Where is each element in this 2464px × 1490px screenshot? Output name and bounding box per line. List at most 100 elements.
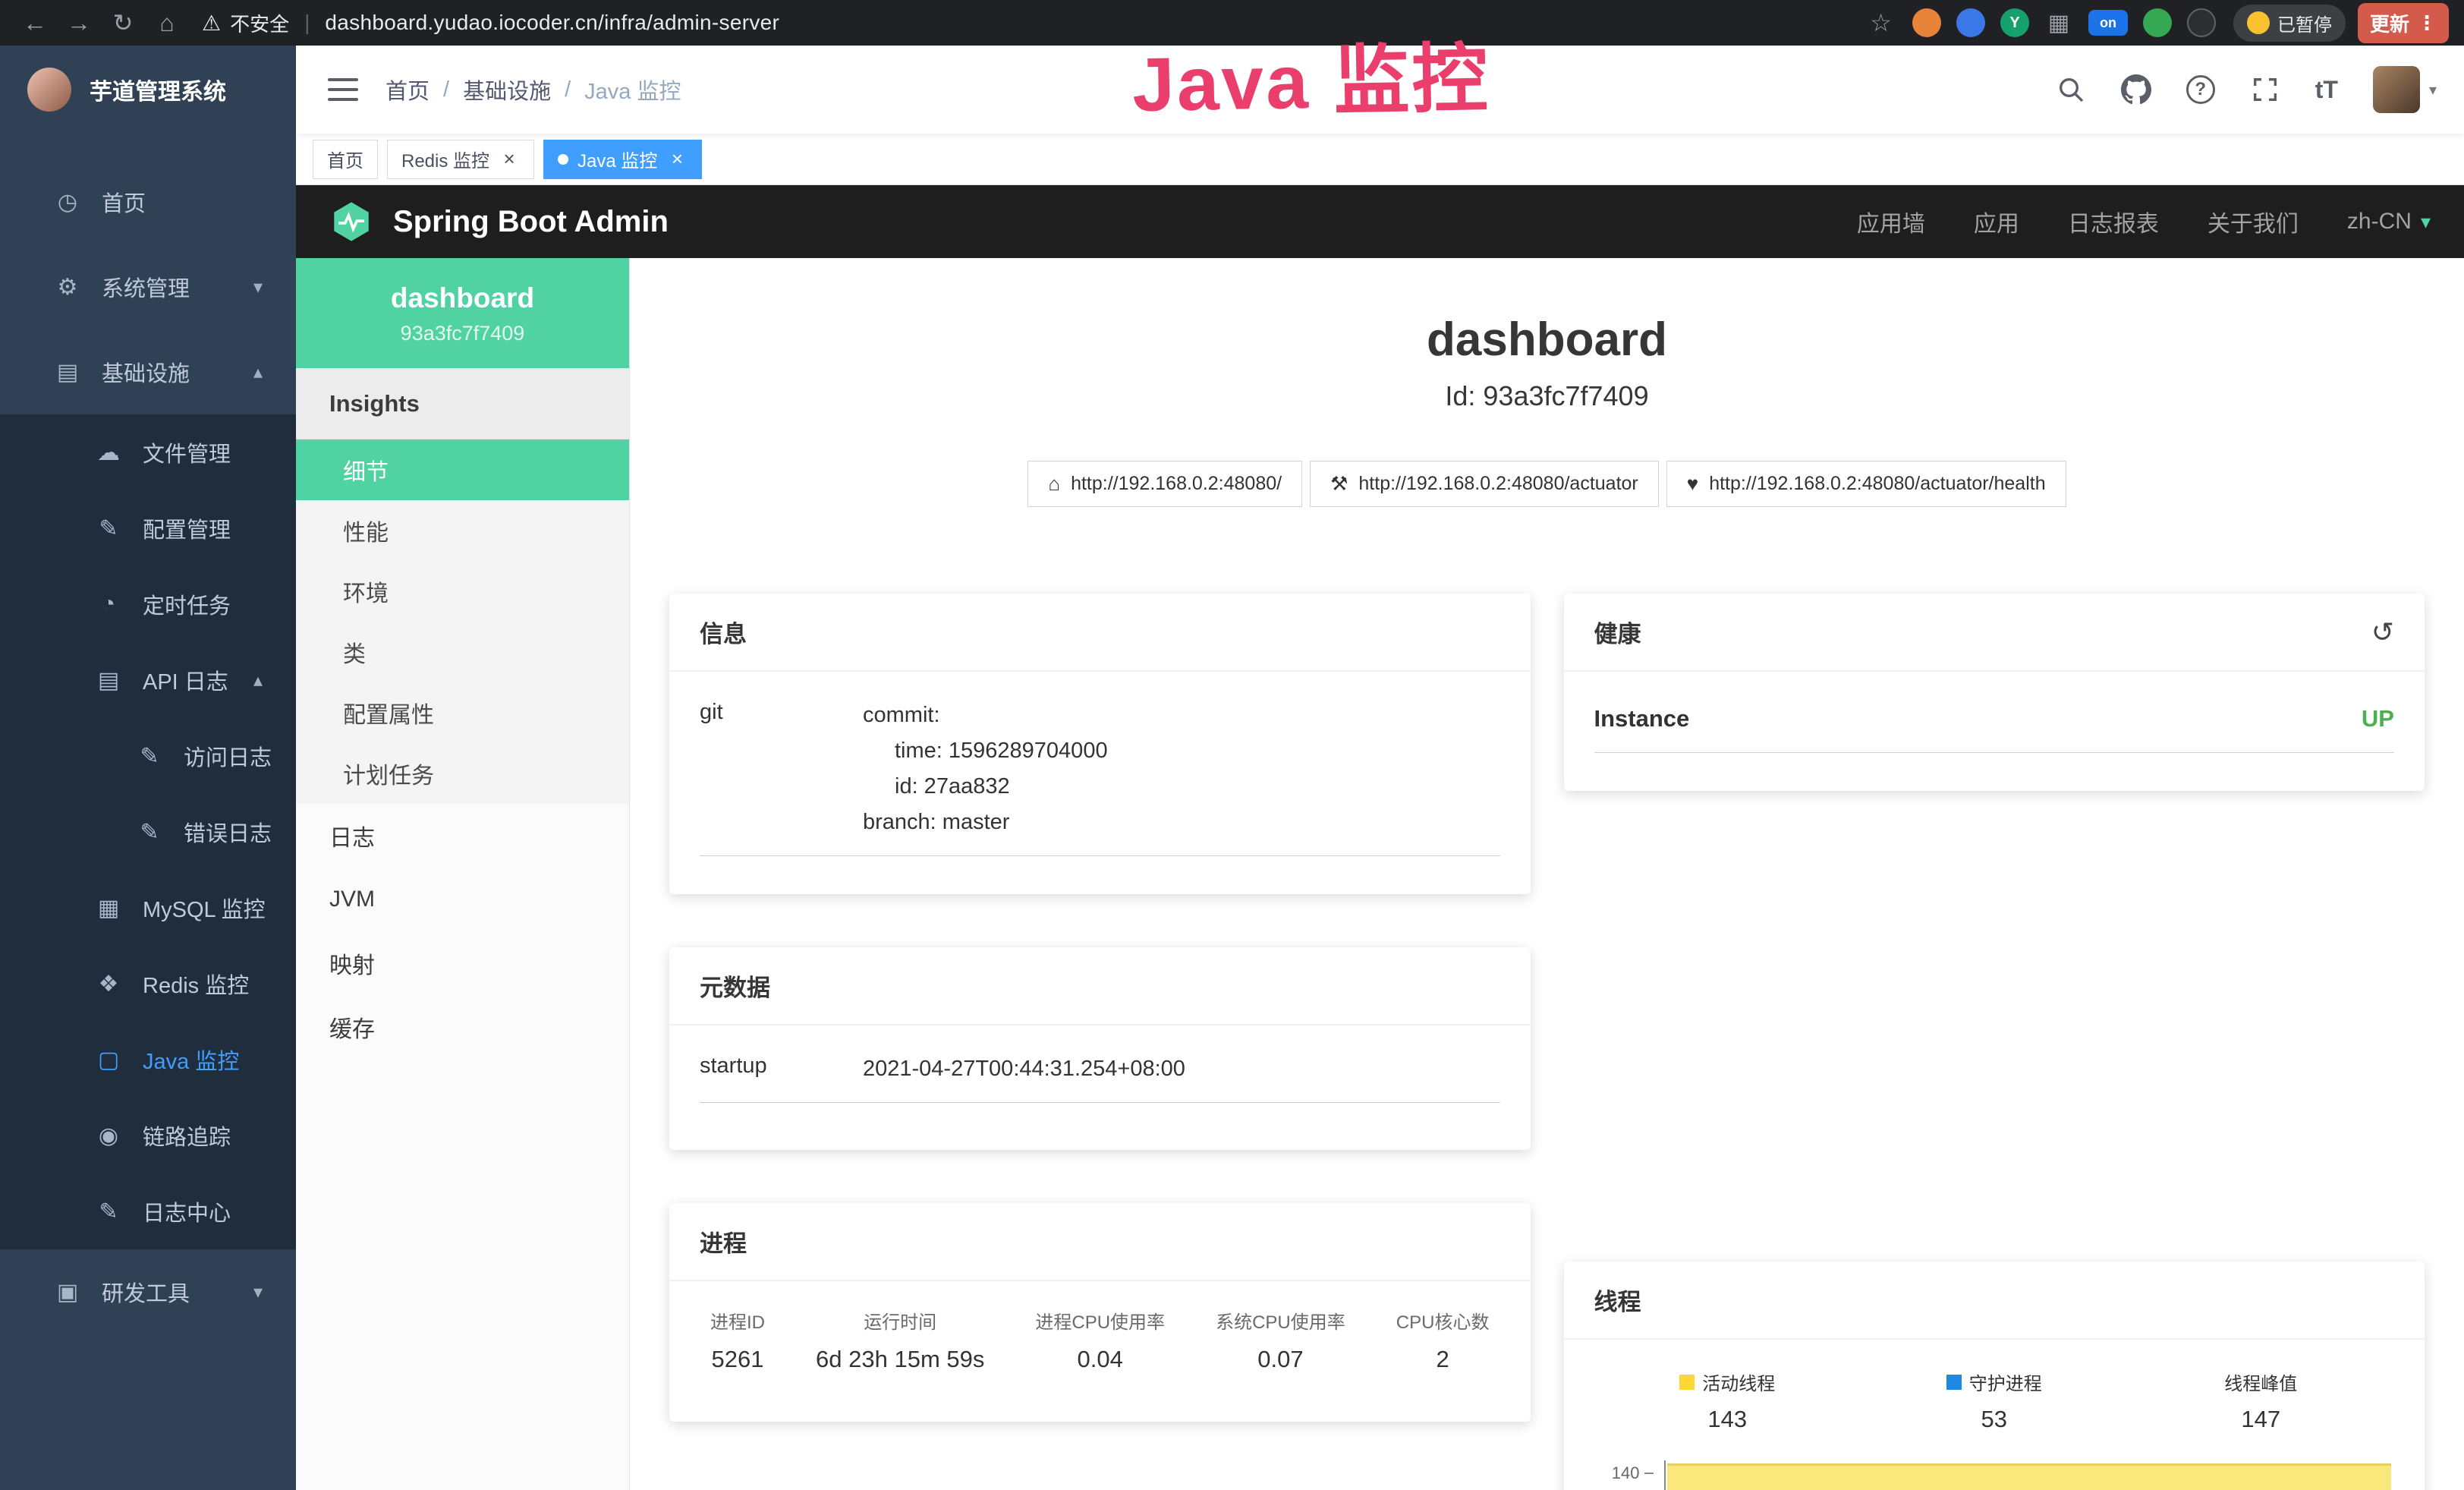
instance-header[interactable]: dashboard 93a3fc7f7409 — [296, 258, 629, 368]
threads-card-title: 线程 — [1594, 1283, 1641, 1317]
instance-id: 93a3fc7f7409 — [304, 322, 622, 345]
breadcrumb-current: Java 监控 — [584, 74, 681, 106]
sidebar-item-scheduled-jobs[interactable]: ◔ 定时任务 — [0, 566, 296, 642]
browser-refresh-icon[interactable]: ↻ — [103, 8, 143, 37]
browser-forward-icon[interactable]: → — [59, 9, 99, 37]
health-instance-label: Instance — [1594, 705, 1690, 732]
font-size-icon[interactable]: tT — [2315, 76, 2338, 104]
insight-performance[interactable]: 性能 — [296, 500, 629, 561]
kebab-menu-icon[interactable]: ⋮ — [2417, 11, 2437, 35]
tab-redis-monitor[interactable]: Redis 监控 × — [387, 140, 534, 179]
sidebar-item-dev-tools[interactable]: ▣ 研发工具 ▾ — [0, 1249, 296, 1334]
menu-fold-icon[interactable] — [323, 74, 363, 106]
sidebar-item-tracing[interactable]: ◉ 链路追踪 — [0, 1098, 296, 1173]
metadata-card-title: 元数据 — [700, 969, 770, 1003]
actuator-url-link[interactable]: ⚒ http://192.168.0.2:48080/actuator — [1310, 461, 1659, 507]
extension-grid-icon[interactable]: ▦ — [2044, 8, 2073, 37]
toolbox-icon: ▣ — [52, 1279, 83, 1306]
address-bar[interactable]: ⚠ 不安全 | dashboard.yudao.iocoder.cn/infra… — [202, 9, 779, 37]
sidebar-item-api-logs[interactable]: ▤ API 日志 ▴ — [0, 642, 296, 718]
sba-nav-wallboard[interactable]: 应用墙 — [1857, 205, 1925, 238]
sidebar-item-mysql-monitor[interactable]: ▦ MySQL 监控 — [0, 870, 296, 946]
bookmark-star-icon[interactable]: ☆ — [1870, 8, 1892, 37]
extension-switch-icon[interactable]: on — [2088, 10, 2128, 36]
daemon-threads-value: 53 — [1861, 1406, 2128, 1433]
browser-back-icon[interactable]: ← — [15, 9, 55, 37]
health-instance-row[interactable]: Instance UP — [1594, 705, 2395, 753]
peak-threads-value: 147 — [2128, 1406, 2395, 1433]
security-warning-label: 不安全 — [230, 9, 289, 37]
extension-pin-icon[interactable] — [2187, 8, 2216, 37]
help-icon[interactable]: ? — [2186, 75, 2215, 104]
sidebar-item-infrastructure[interactable]: ▤ 基础设施 ▴ — [0, 329, 296, 414]
sidebar-item-logs[interactable]: 日志 — [296, 804, 629, 868]
locale-selector[interactable]: zh-CN ▾ — [2347, 209, 2431, 235]
fullscreen-icon[interactable] — [2250, 74, 2280, 105]
paused-badge[interactable]: 已暂停 — [2233, 5, 2346, 42]
active-threads-value: 143 — [1594, 1406, 1861, 1433]
gauge-icon: ◷ — [52, 189, 83, 216]
app-logo[interactable]: 芋道管理系统 — [0, 46, 296, 134]
extension-fox-icon[interactable] — [1912, 8, 1941, 37]
sidebar-item-config-management[interactable]: ✎ 配置管理 — [0, 490, 296, 566]
caret-down-icon: ▾ — [2421, 210, 2431, 234]
sidebar-item-mappings[interactable]: 映射 — [296, 931, 629, 995]
process-id-value: 5261 — [710, 1346, 765, 1373]
search-icon[interactable] — [2056, 74, 2086, 105]
sidebar-item-home[interactable]: ◷ 首页 — [0, 159, 296, 244]
sba-nav-about[interactable]: 关于我们 — [2208, 205, 2299, 238]
tab-java-monitor[interactable]: Java 监控 × — [543, 140, 702, 179]
chevron-down-icon: ▾ — [253, 276, 263, 298]
insight-config-props[interactable]: 配置属性 — [296, 682, 629, 743]
spring-boot-admin-logo — [329, 200, 373, 244]
extension-drop-icon[interactable] — [1956, 8, 1985, 37]
health-url-link[interactable]: ♥ http://192.168.0.2:48080/actuator/heal… — [1666, 461, 2066, 507]
sidebar-item-log-center[interactable]: ✎ 日志中心 — [0, 1173, 296, 1249]
address-divider: | — [304, 11, 310, 35]
gear-icon: ⚙ — [52, 274, 83, 301]
layers-icon: ❖ — [93, 971, 124, 997]
sidebar-item-jvm[interactable]: JVM — [296, 868, 629, 931]
breadcrumb: 首页 / 基础设施 / Java 监控 — [385, 74, 681, 106]
eye-icon: ◉ — [93, 1123, 124, 1149]
insight-details[interactable]: 细节 — [296, 439, 629, 500]
close-icon[interactable]: × — [499, 149, 520, 170]
sidebar-item-system-management[interactable]: ⚙ 系统管理 ▾ — [0, 244, 296, 329]
insight-environment[interactable]: 环境 — [296, 561, 629, 622]
chevron-up-icon: ▴ — [253, 669, 263, 691]
insight-classes[interactable]: 类 — [296, 622, 629, 682]
extension-leaf-icon[interactable] — [2143, 8, 2172, 37]
instance-name: dashboard — [304, 282, 622, 314]
browser-home-icon[interactable]: ⌂ — [147, 9, 187, 37]
insight-scheduled-tasks[interactable]: 计划任务 — [296, 743, 629, 804]
user-menu[interactable]: ▾ — [2373, 66, 2437, 113]
sba-nav-journal[interactable]: 日志报表 — [2068, 205, 2159, 238]
breadcrumb-home[interactable]: 首页 — [385, 74, 430, 106]
metadata-key: startup — [700, 1051, 863, 1087]
tab-home[interactable]: 首页 — [313, 140, 378, 179]
history-icon[interactable]: ↺ — [2371, 616, 2394, 648]
sidebar-item-file-management[interactable]: ☁ 文件管理 — [0, 414, 296, 490]
info-key: git — [700, 698, 863, 840]
breadcrumb-infrastructure[interactable]: 基础设施 — [463, 74, 551, 106]
doc-icon: ✎ — [134, 819, 165, 846]
info-card-title: 信息 — [700, 615, 747, 649]
github-icon[interactable] — [2121, 74, 2151, 105]
extension-y-icon[interactable]: Y — [2000, 8, 2029, 37]
close-icon[interactable]: × — [666, 149, 688, 170]
insights-section-label: Insights — [296, 368, 629, 439]
sba-nav-applications[interactable]: 应用 — [1974, 205, 2019, 238]
chevron-down-icon: ▾ — [253, 1281, 263, 1303]
process-card-title: 进程 — [700, 1224, 747, 1258]
sidebar-item-caches[interactable]: 缓存 — [296, 995, 629, 1059]
info-card: 信息 git commit: time: 1596289704000 id: 2… — [669, 594, 1531, 894]
sidebar-item-java-monitor[interactable]: ▢ Java 监控 — [0, 1022, 296, 1098]
user-avatar — [2373, 66, 2420, 113]
sidebar-item-error-logs[interactable]: ✎ 错误日志 — [0, 794, 296, 870]
sidebar-item-redis-monitor[interactable]: ❖ Redis 监控 — [0, 946, 296, 1022]
sidebar-item-access-logs[interactable]: ✎ 访问日志 — [0, 718, 296, 794]
service-url-link[interactable]: ⌂ http://192.168.0.2:48080/ — [1027, 461, 1302, 507]
address-url[interactable]: dashboard.yudao.iocoder.cn/infra/admin-s… — [325, 11, 779, 35]
update-button[interactable]: 更新 ⋮ — [2358, 3, 2449, 43]
metadata-value: 2021-04-27T00:44:31.254+08:00 — [863, 1051, 1500, 1087]
